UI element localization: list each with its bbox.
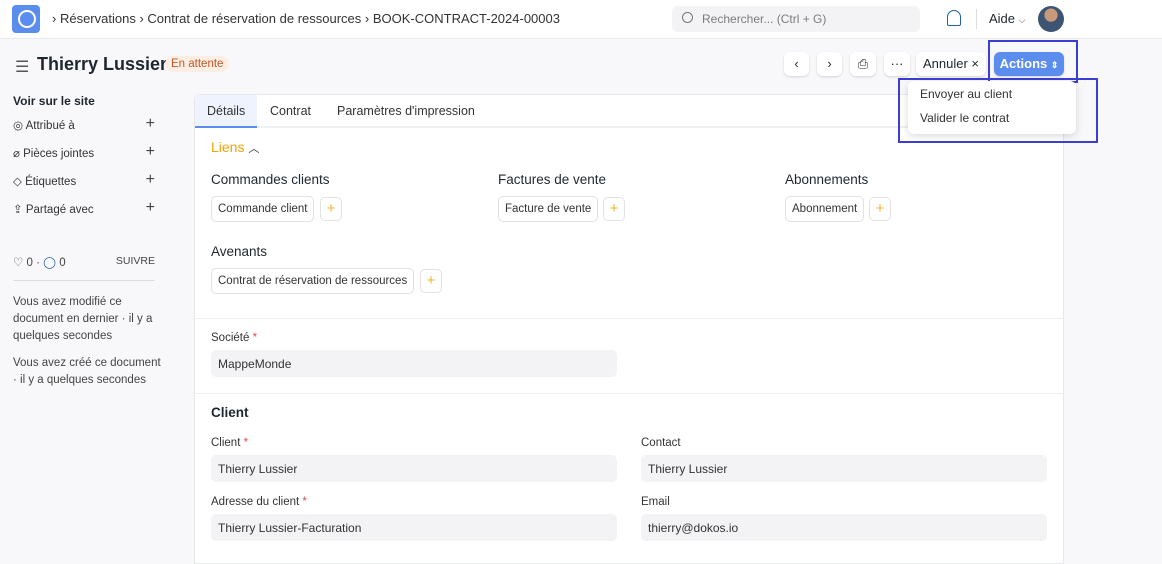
previous-button[interactable]: ‹ bbox=[784, 52, 809, 76]
follow-button[interactable]: SUIVRE bbox=[116, 255, 155, 267]
company-field[interactable]: MappeMonde bbox=[211, 350, 617, 377]
email-label: Email bbox=[641, 496, 670, 508]
status-badge: En attente bbox=[165, 56, 230, 72]
printer-icon: ⎙ bbox=[857, 56, 869, 71]
user-icon: ◎ bbox=[13, 120, 24, 132]
cancel-label: Annuler bbox=[922, 56, 968, 71]
breadcrumb-doc[interactable]: BOOK-CONTRACT-2024-00003 bbox=[373, 11, 560, 26]
created-note: Vous avez créé ce document · il y a quel… bbox=[13, 357, 161, 386]
group-title: Abonnements bbox=[785, 172, 869, 187]
heart-icon[interactable]: ♡ bbox=[13, 257, 23, 269]
link-chip[interactable]: Facture de vente bbox=[498, 196, 599, 222]
group-title: Avenants bbox=[211, 244, 268, 259]
sidebar-item-shared[interactable]: ⇪ Partagé avec + bbox=[13, 192, 155, 220]
divider bbox=[976, 9, 977, 29]
print-button[interactable]: ⎙ bbox=[850, 52, 876, 76]
chevron-down-icon: ⌵ bbox=[1018, 15, 1026, 25]
likes-count: 0 bbox=[26, 257, 33, 269]
group-title: Commandes clients bbox=[211, 172, 330, 187]
paperclip-icon: ⌀ bbox=[13, 148, 20, 160]
sidebar-item-assigned[interactable]: ◎ Attribué à + bbox=[13, 108, 155, 136]
tab-print-settings[interactable]: Paramètres d'impression bbox=[325, 95, 487, 128]
share-icon: ⇪ bbox=[13, 204, 23, 216]
breadcrumb: › Réservations › Contrat de réservation … bbox=[52, 11, 560, 26]
email-field[interactable]: thierry@dokos.io bbox=[641, 514, 1047, 541]
plus-icon[interactable]: + bbox=[146, 143, 155, 161]
bell-icon[interactable] bbox=[947, 10, 961, 26]
divider bbox=[195, 318, 1063, 319]
plus-icon[interactable]: + bbox=[146, 199, 155, 217]
sidebar-item-label: Pièces jointes bbox=[23, 148, 95, 160]
ellipsis-icon: ··· bbox=[890, 56, 904, 71]
modified-note: Vous avez modifié ce document en dernier… bbox=[13, 296, 153, 342]
search-placeholder: Rechercher... (Ctrl + G) bbox=[702, 12, 827, 26]
plus-icon[interactable]: + bbox=[146, 115, 155, 133]
help-dropdown[interactable]: Aide ⌵ bbox=[989, 11, 1025, 26]
add-link-button[interactable]: + bbox=[420, 269, 442, 293]
add-link-button[interactable]: + bbox=[320, 197, 342, 221]
search-input[interactable]: Rechercher... (Ctrl + G) bbox=[672, 6, 920, 32]
sidebar-item-label: Partagé avec bbox=[25, 204, 94, 216]
plus-icon[interactable]: + bbox=[146, 171, 155, 189]
avatar[interactable] bbox=[1038, 6, 1064, 32]
link-chip[interactable]: Commande client bbox=[211, 196, 315, 222]
navbar: › Réservations › Contrat de réservation … bbox=[0, 0, 1162, 39]
group-title: Factures de vente bbox=[498, 172, 607, 187]
company-label: Société * bbox=[211, 332, 258, 344]
cancel-button[interactable]: Annuler × bbox=[916, 52, 986, 76]
contact-field[interactable]: Thierry Lussier bbox=[641, 455, 1047, 482]
sidebar-item-label: Étiquettes bbox=[25, 176, 77, 188]
tab-details[interactable]: Détails bbox=[195, 95, 258, 128]
highlight-dropdown bbox=[898, 78, 1098, 143]
form-card: Détails Contrat Paramètres d'impression … bbox=[194, 94, 1064, 564]
app-logo[interactable] bbox=[12, 5, 40, 33]
sidebar-item-tags[interactable]: ◇ Étiquettes + bbox=[13, 164, 155, 192]
sidebar: Voir sur le site ◎ Attribué à + ⌀ Pièces … bbox=[13, 94, 155, 220]
links-section-toggle[interactable]: Liens ︿ bbox=[211, 139, 259, 156]
links-title: Liens bbox=[211, 139, 245, 155]
tab-contract[interactable]: Contrat bbox=[258, 95, 323, 128]
client-field[interactable]: Thierry Lussier bbox=[211, 455, 617, 482]
close-icon: × bbox=[971, 56, 980, 71]
address-field[interactable]: Thierry Lussier-Facturation bbox=[211, 514, 617, 541]
tag-icon: ◇ bbox=[13, 176, 22, 188]
page-title: Thierry Lussier bbox=[37, 54, 168, 74]
chevron-up-icon: ︿ bbox=[248, 143, 260, 155]
help-label: Aide bbox=[989, 11, 1016, 26]
more-button[interactable]: ··· bbox=[884, 52, 910, 76]
view-on-site-link[interactable]: Voir sur le site bbox=[13, 94, 155, 108]
comment-icon: ◯ bbox=[43, 257, 57, 269]
add-link-button[interactable]: + bbox=[603, 197, 625, 221]
link-chip[interactable]: Abonnement bbox=[785, 196, 865, 222]
divider bbox=[195, 393, 1063, 394]
sidebar-item-attachments[interactable]: ⌀ Pièces jointes + bbox=[13, 136, 155, 164]
sidebar-item-label: Attribué à bbox=[25, 120, 75, 132]
likes-comments: ♡ 0 · ◯ 0 SUIVRE bbox=[13, 255, 155, 281]
comments-count: 0 bbox=[59, 257, 66, 269]
breadcrumb-reservations[interactable]: Réservations bbox=[60, 11, 136, 26]
search-icon bbox=[682, 12, 693, 23]
menu-icon[interactable]: ☰ bbox=[15, 57, 29, 77]
client-section-title: Client bbox=[211, 405, 249, 420]
highlight-actions bbox=[988, 40, 1078, 83]
add-link-button[interactable]: + bbox=[869, 197, 891, 221]
breadcrumb-doctype[interactable]: Contrat de réservation de ressources bbox=[147, 11, 361, 26]
client-label: Client * bbox=[211, 437, 249, 449]
link-chip[interactable]: Contrat de réservation de ressources bbox=[211, 268, 415, 294]
contact-label: Contact bbox=[641, 437, 681, 449]
address-label: Adresse du client * bbox=[211, 496, 307, 508]
next-button[interactable]: › bbox=[817, 52, 842, 76]
